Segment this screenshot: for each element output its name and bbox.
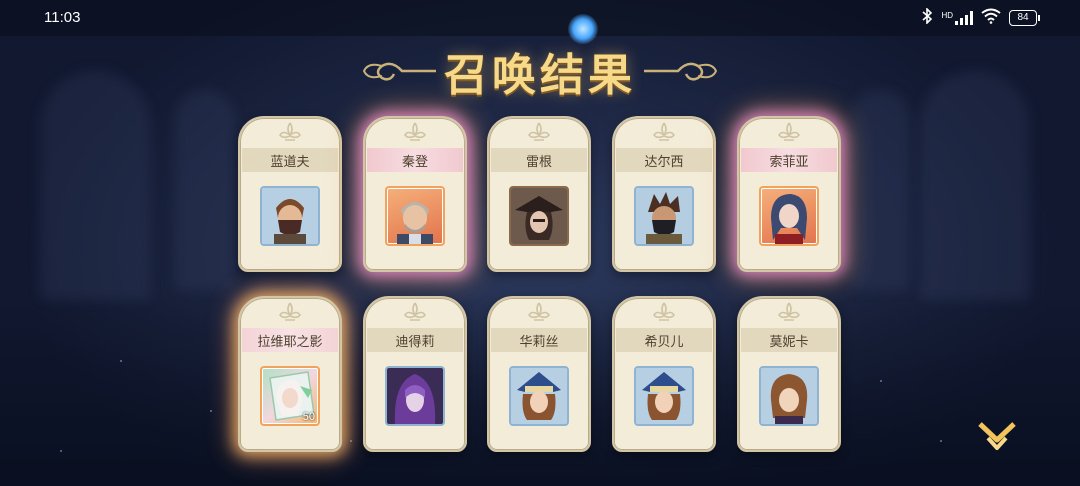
fleur-de-lis-icon (528, 122, 550, 141)
fleur-de-lis-icon (404, 122, 426, 141)
background-window-left-2 (175, 90, 235, 290)
hero-card[interactable]: 索菲亚 (737, 116, 841, 272)
hero-card[interactable]: 莫妮卡 (737, 296, 841, 452)
hero-name: 蓝道夫 (242, 148, 338, 172)
fleur-de-lis-icon (404, 302, 426, 321)
sparkle (60, 450, 62, 452)
hero-name: 莫妮卡 (741, 328, 837, 352)
signal-hd-label: HD (941, 10, 953, 20)
hero-name: 拉维耶之影 (242, 328, 338, 352)
hero-card[interactable]: 华莉丝 (487, 296, 591, 452)
signal-icon: HD (941, 10, 973, 25)
sparkle (880, 380, 882, 382)
status-time: 11:03 (44, 9, 81, 26)
hero-shard-card[interactable]: 拉维耶之影 50 (238, 296, 342, 452)
fleur-de-lis-icon (279, 302, 301, 321)
blue-hat-girl-portrait-icon (509, 366, 569, 426)
hero-card[interactable]: 达尔西 (612, 116, 716, 272)
right-ornament-icon (644, 62, 718, 81)
left-ornament-icon (362, 62, 436, 81)
hero-card[interactable]: 雷根 (487, 116, 591, 272)
status-icons: HD 84 (921, 7, 1040, 27)
sparkle (940, 440, 942, 442)
background-window-right-2 (850, 90, 910, 290)
hero-card[interactable]: 秦登 (363, 116, 467, 272)
hero-name: 希贝儿 (616, 328, 712, 352)
sparkle (350, 440, 352, 442)
bluetooth-icon (921, 7, 933, 27)
battery-icon: 84 (1009, 9, 1037, 26)
fleur-de-lis-icon (653, 122, 675, 141)
blue-haired-lady-portrait-icon (759, 186, 819, 246)
white-haired-shard-portrait-icon: 50 (260, 366, 320, 426)
hero-card[interactable]: 希贝儿 (612, 296, 716, 452)
battery-cap (1038, 14, 1040, 21)
hero-name: 索菲亚 (741, 148, 837, 172)
hooded-hat-rogue-portrait-icon (509, 186, 569, 246)
fleur-de-lis-icon (653, 302, 675, 321)
blue-hat-girl-portrait-icon (634, 366, 694, 426)
continue-chevron-icon[interactable] (976, 418, 1018, 454)
sparkle (210, 410, 212, 412)
hero-name: 迪得莉 (367, 328, 463, 352)
page-title: 召唤结果 (444, 50, 636, 101)
status-bar: 11:03 HD 84 (0, 0, 1080, 36)
hero-card[interactable]: 蓝道夫 (238, 116, 342, 272)
wifi-icon (981, 8, 1001, 27)
purple-hooded-mage-portrait-icon (385, 366, 445, 426)
sparkle (120, 360, 122, 362)
masked-fighter-portrait-icon (634, 186, 694, 246)
hero-name: 雷根 (491, 148, 587, 172)
title-banner: 召唤结果 (0, 36, 1080, 106)
hero-name: 达尔西 (616, 148, 712, 172)
brown-haired-girl-portrait-icon (759, 366, 819, 426)
fleur-de-lis-icon (528, 302, 550, 321)
fleur-de-lis-icon (279, 122, 301, 141)
fleur-de-lis-icon (778, 302, 800, 321)
bandana-warrior-portrait-icon (260, 186, 320, 246)
hero-card[interactable]: 迪得莉 (363, 296, 467, 452)
fleur-de-lis-icon (778, 122, 800, 141)
shard-count: 50 (302, 411, 315, 423)
hero-name: 秦登 (367, 148, 463, 172)
hero-name: 华莉丝 (491, 328, 587, 352)
gray-beard-knight-portrait-icon (385, 186, 445, 246)
